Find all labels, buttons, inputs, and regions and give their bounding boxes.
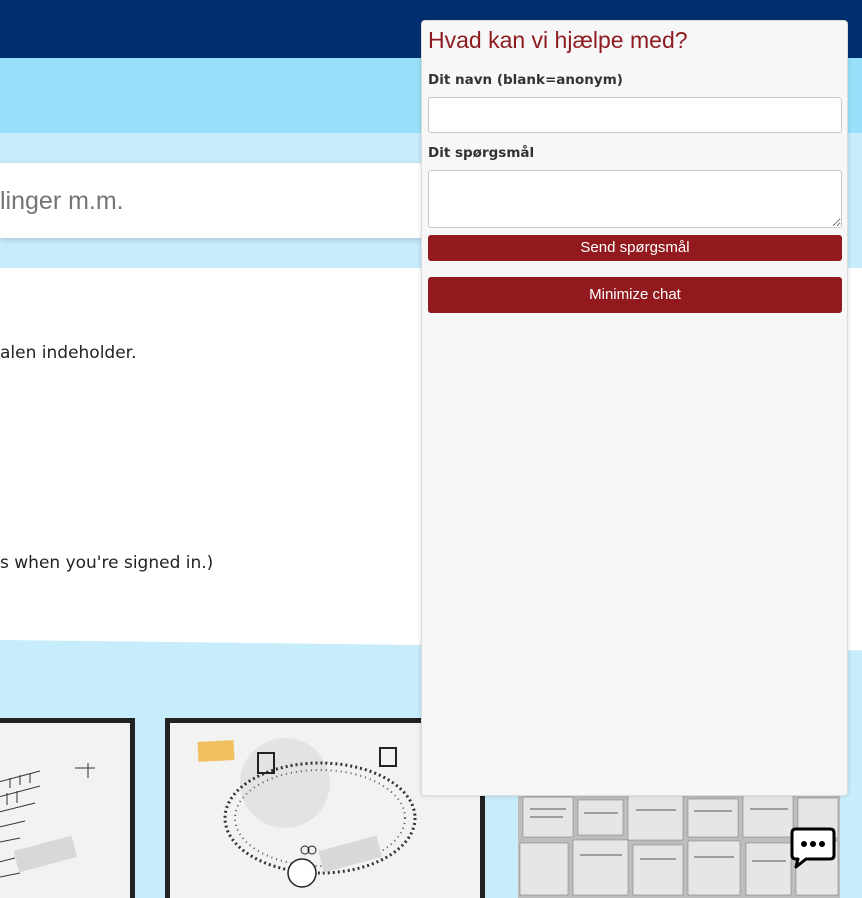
content-text-line: s when you're signed in.) (0, 553, 214, 573)
chat-panel: Hvad kan vi hjælpe med? Dit navn (blank=… (421, 20, 848, 796)
speech-bubble-icon (790, 827, 836, 869)
question-field[interactable] (428, 170, 842, 228)
send-question-button[interactable]: Send spørgsmål (428, 235, 842, 261)
gallery-image-drawing[interactable] (0, 718, 135, 898)
minimize-chat-button[interactable]: Minimize chat (428, 277, 842, 313)
chat-title: Hvad kan vi hjælpe med? (428, 27, 688, 53)
search-placeholder: linger m.m. (0, 187, 124, 215)
chat-launcher-button[interactable] (790, 827, 836, 869)
content-text-line: alen indeholder. (0, 343, 137, 363)
name-label: Dit navn (blank=anonym) (428, 72, 623, 88)
name-field[interactable] (428, 97, 842, 133)
question-label: Dit spørgsmål (428, 145, 535, 161)
